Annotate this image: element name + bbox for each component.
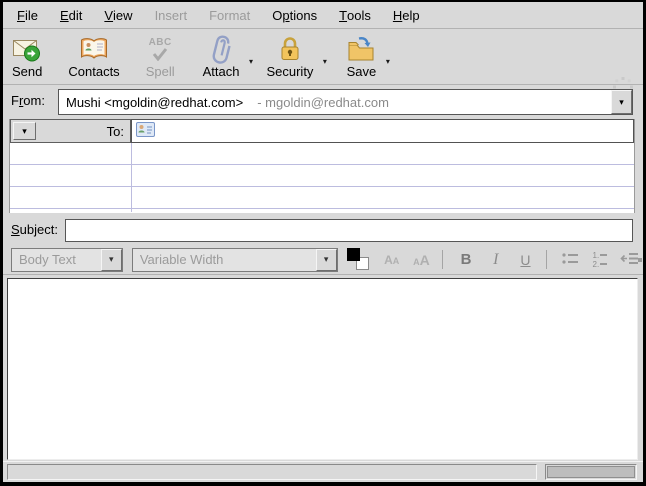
paragraph-style-select[interactable]: Body Text ▾ bbox=[11, 248, 123, 272]
text-color-picker[interactable] bbox=[347, 248, 371, 272]
underline-button[interactable]: U bbox=[512, 248, 539, 272]
menu-options[interactable]: Options bbox=[261, 2, 328, 28]
subject-input[interactable] bbox=[65, 219, 633, 242]
progress-bar bbox=[545, 464, 637, 480]
toolbar-separator bbox=[546, 250, 547, 269]
font-increase-icon: AA bbox=[413, 252, 430, 268]
toolbar-separator bbox=[442, 250, 443, 269]
from-row: From: Mushi <mgoldin@redhat.com> - mgold… bbox=[3, 88, 643, 116]
save-button-label: Save bbox=[347, 64, 377, 79]
compose-mail-window: File Edit View Insert Format Options Too… bbox=[0, 0, 646, 486]
bullet-list-button[interactable] bbox=[557, 248, 584, 272]
indent-icon[interactable] bbox=[638, 258, 642, 262]
menu-edit[interactable]: Edit bbox=[49, 2, 93, 28]
recipient-empty-rows bbox=[10, 143, 634, 212]
menu-help[interactable]: Help bbox=[382, 2, 431, 28]
font-value: Variable Width bbox=[133, 249, 316, 271]
numbered-list-icon: 1. 2. bbox=[593, 252, 608, 268]
recipient-type-selector[interactable]: ▾ To: bbox=[10, 119, 131, 143]
recipient-empty-row[interactable] bbox=[10, 165, 634, 187]
from-identity-value: Mushi <mgoldin@redhat.com> bbox=[66, 95, 243, 110]
main-toolbar: Send Contacts ABC bbox=[3, 30, 643, 85]
numbered-list-button[interactable]: 1. 2. bbox=[587, 248, 614, 272]
menu-view[interactable]: View bbox=[93, 2, 143, 28]
contacts-button[interactable]: Contacts bbox=[61, 33, 126, 80]
recipient-empty-row[interactable] bbox=[10, 187, 634, 209]
recipient-address-input[interactable] bbox=[131, 119, 634, 143]
menu-insert[interactable]: Insert bbox=[144, 2, 199, 28]
from-identity-address: - mgoldin@redhat.com bbox=[257, 95, 389, 110]
send-button[interactable]: Send bbox=[5, 33, 49, 80]
attach-icon bbox=[208, 34, 234, 64]
recipient-type-dropdown-button[interactable]: ▾ bbox=[13, 122, 36, 140]
progress-bar-track bbox=[547, 466, 635, 478]
from-label: From: bbox=[11, 93, 45, 108]
security-button-label: Security bbox=[266, 64, 313, 79]
send-icon bbox=[12, 34, 42, 64]
menu-file[interactable]: File bbox=[6, 2, 49, 28]
send-button-label: Send bbox=[12, 64, 42, 79]
attach-dropdown-arrow-icon[interactable]: ▾ bbox=[246, 57, 255, 66]
font-dropdown-button[interactable]: ▾ bbox=[316, 249, 337, 271]
chevron-down-icon: ▾ bbox=[619, 97, 624, 108]
addressing-area: ▾ To: bbox=[9, 119, 635, 213]
from-dropdown-button[interactable]: ▾ bbox=[611, 90, 632, 114]
bullet-list-icon bbox=[561, 251, 579, 269]
contact-card-icon bbox=[136, 122, 155, 140]
italic-button[interactable]: I bbox=[482, 248, 509, 272]
attach-button-label: Attach bbox=[203, 64, 240, 79]
outdent-icon bbox=[620, 251, 639, 269]
recipient-row: ▾ To: bbox=[10, 119, 634, 143]
increase-font-size-button[interactable]: AA bbox=[408, 248, 435, 272]
chevron-down-icon: ▾ bbox=[324, 254, 329, 265]
from-identity-select[interactable]: Mushi <mgoldin@redhat.com> - mgoldin@red… bbox=[58, 89, 633, 115]
paragraph-style-dropdown-button[interactable]: ▾ bbox=[101, 249, 122, 271]
font-decrease-icon: AA bbox=[384, 253, 399, 267]
decrease-font-size-button[interactable]: AA bbox=[378, 248, 405, 272]
paragraph-style-value: Body Text bbox=[12, 249, 101, 271]
foreground-color-swatch bbox=[347, 248, 360, 261]
status-message-panel bbox=[7, 464, 537, 480]
security-dropdown-arrow-icon[interactable]: ▾ bbox=[320, 57, 329, 66]
subject-label: Subject: bbox=[11, 222, 58, 237]
security-button[interactable]: Security bbox=[259, 33, 320, 80]
attach-button[interactable]: Attach bbox=[196, 33, 247, 80]
spell-button-label: Spell bbox=[146, 64, 175, 79]
contacts-icon bbox=[79, 34, 109, 64]
font-select[interactable]: Variable Width ▾ bbox=[132, 248, 338, 272]
save-dropdown-arrow-icon[interactable]: ▾ bbox=[383, 57, 392, 66]
chevron-down-icon: ▾ bbox=[109, 254, 114, 265]
menu-tools[interactable]: Tools bbox=[328, 2, 382, 28]
recipient-type-label: To: bbox=[36, 124, 127, 139]
menu-format[interactable]: Format bbox=[198, 2, 261, 28]
bold-button[interactable]: B bbox=[453, 248, 480, 272]
addressing-column-divider bbox=[131, 143, 132, 212]
spell-button[interactable]: ABC Spell bbox=[139, 33, 182, 80]
recipient-empty-row[interactable] bbox=[10, 143, 634, 165]
subject-row: Subject: bbox=[3, 217, 643, 244]
contacts-button-label: Contacts bbox=[68, 64, 119, 79]
save-button[interactable]: Save bbox=[339, 33, 383, 80]
spell-check-icon: ABC bbox=[149, 34, 172, 64]
chevron-down-icon: ▾ bbox=[22, 126, 27, 137]
message-body-editor[interactable] bbox=[7, 278, 638, 460]
menubar: File Edit View Insert Format Options Too… bbox=[3, 2, 643, 29]
security-lock-icon bbox=[278, 34, 302, 64]
save-icon bbox=[346, 34, 376, 64]
format-toolbar: Body Text ▾ Variable Width ▾ AA AA B I U bbox=[3, 245, 643, 275]
status-bar bbox=[3, 461, 643, 482]
